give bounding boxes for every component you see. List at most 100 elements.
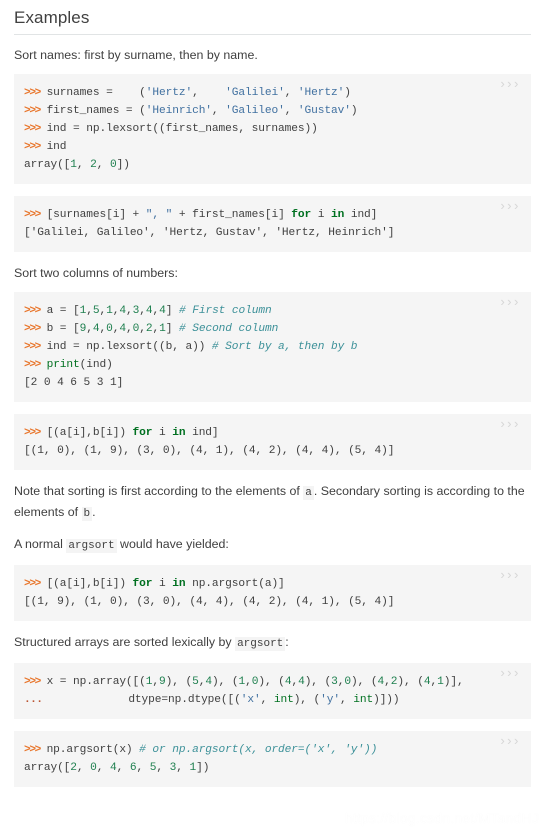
code-token-plain: ), ( <box>212 676 239 688</box>
code-token-num: 4 <box>205 676 212 688</box>
code-line: >>> b = [9,4,0,4,0,2,1] # Second column <box>24 320 519 338</box>
prompt-toggle-icon[interactable]: ››› <box>499 200 520 214</box>
code-token-plain: ind] <box>344 209 378 221</box>
code-token-plain: array([ <box>24 159 71 171</box>
code-token-plain: , <box>96 159 111 171</box>
code-token-prompt: >>> <box>24 305 41 317</box>
prompt-toggle-icon[interactable]: ››› <box>499 296 520 310</box>
code-token-str: 'Hertz' <box>297 87 345 99</box>
code-block-join-names: ››› >>> [surnames[i] + ", " + first_name… <box>14 196 531 252</box>
code-token-prompt: >>> <box>24 209 41 221</box>
code-token-builtin: print <box>46 359 80 371</box>
code-token-plain: , <box>139 305 146 317</box>
code-content: >>> surnames = ('Hertz', 'Galilei', 'Her… <box>24 84 519 174</box>
code-token-plain: ind = np.lexsort((first_names, surnames)… <box>39 123 318 135</box>
code-token-str: 'Gustav' <box>297 105 351 117</box>
code-token-num: 4 <box>92 323 100 335</box>
code-block-pairs-argsort: ››› >>> [(a[i],b[i]) for i in np.argsort… <box>14 565 531 621</box>
code-token-plain: ), ( <box>293 694 321 706</box>
prompt-toggle-icon[interactable]: ››› <box>499 667 520 681</box>
code-token-str: 'Galileo' <box>225 105 285 117</box>
code-line: >>> a = [1,5,1,4,3,4,4] # First column <box>24 302 519 320</box>
code-token-prompt: >>> <box>24 105 41 117</box>
code-line: >>> [(a[i],b[i]) for i in ind] <box>24 424 519 442</box>
code-token-plain: , <box>126 305 133 317</box>
code-token-plain: [(a[i],b[i]) <box>39 578 133 590</box>
code-token-plain: , <box>284 87 298 99</box>
code-token-plain: ] <box>165 323 179 335</box>
prompt-toggle-icon[interactable]: ››› <box>499 78 520 92</box>
code-token-com: # Second column <box>179 323 279 335</box>
code-token-num: 1 <box>437 676 444 688</box>
code-content: >>> [(a[i],b[i]) for i in np.argsort(a)]… <box>24 575 519 611</box>
code-token-plain: , <box>86 305 93 317</box>
code-line: >>> surnames = ('Hertz', 'Galilei', 'Her… <box>24 84 519 102</box>
code-token-kw: in <box>330 209 345 221</box>
code-content: >>> np.argsort(x) # or np.argsort(x, ord… <box>24 741 519 777</box>
code-token-num: 4 <box>298 676 305 688</box>
code-token-plain: , <box>126 323 133 335</box>
code-token-num: 1 <box>106 305 113 317</box>
paragraph-structured-arrays: Structured arrays are sorted lexically b… <box>14 633 531 654</box>
paragraph-text-part-2: would have yielded: <box>116 537 229 551</box>
code-line: [2 0 4 6 5 3 1] <box>24 374 519 392</box>
code-token-num: 2 <box>70 762 77 774</box>
code-token-plain: , <box>340 694 354 706</box>
inline-code-b: b <box>81 507 93 521</box>
code-token-kw: for <box>132 578 153 590</box>
prompt-toggle-icon[interactable]: ››› <box>499 735 520 749</box>
code-line: >>> x = np.array([(1,9), (5,4), (1,0), (… <box>24 673 519 691</box>
code-token-plain: + first_names[i] <box>172 209 292 221</box>
prompt-toggle-icon[interactable]: ››› <box>499 418 520 432</box>
code-line: >>> ind <box>24 138 519 156</box>
code-token-num: 5 <box>192 676 199 688</box>
paragraph-text-part-2: : <box>285 635 289 649</box>
code-token-plain: , <box>211 105 226 117</box>
code-token-plain: ['Galilei, Galileo', 'Hertz, Gustav', 'H… <box>24 227 395 239</box>
code-token-plain: , <box>156 762 170 774</box>
code-token-plain: [(a[i],b[i]) <box>39 427 133 439</box>
code-token-num: 0 <box>110 159 117 171</box>
code-token-plain: )], <box>443 676 464 688</box>
code-token-prompt: >>> <box>24 359 41 371</box>
code-token-num: 0 <box>90 762 97 774</box>
code-token-plain: dtype=np.dtype([( <box>42 694 241 706</box>
paragraph-normal-argsort: A normal argsort would have yielded: <box>14 535 531 556</box>
code-token-str: 'Galilei' <box>225 87 285 99</box>
code-token-prompt: >>> <box>24 427 41 439</box>
paragraph-text-part-3: . <box>92 505 96 519</box>
code-token-plain: np.argsort(x) <box>39 744 140 756</box>
paragraph-text-part-1: A normal <box>14 537 67 551</box>
code-token-plain: x = np.array([( <box>39 676 146 688</box>
code-content: >>> x = np.array([(1,9), (5,4), (1,0), (… <box>24 673 519 709</box>
code-token-plain: ), ( <box>304 676 332 688</box>
code-token-plain: , <box>284 105 298 117</box>
code-token-plain: ) <box>350 105 358 117</box>
code-token-num: 6 <box>129 762 137 774</box>
code-token-plain: first_names = ( <box>39 105 146 117</box>
code-token-plain: , <box>245 676 252 688</box>
code-token-com: # First column <box>179 305 272 317</box>
code-token-plain: ), ( <box>165 676 193 688</box>
code-token-plain: , <box>76 762 91 774</box>
code-token-plain: [surnames[i] + <box>39 209 146 221</box>
code-token-kw: in <box>172 427 186 439</box>
code-token-plain: , <box>384 676 391 688</box>
code-line: ['Galilei, Galileo', 'Hertz, Gustav', 'H… <box>24 224 519 242</box>
code-token-cont: ... <box>24 694 43 706</box>
prompt-toggle-icon[interactable]: ››› <box>499 569 520 583</box>
code-token-plain: ), ( <box>397 676 424 688</box>
code-block-pairs-lexsort: ››› >>> [(a[i],b[i]) for i in ind] [(1, 0… <box>14 414 531 470</box>
code-token-plain: [2 0 4 6 5 3 1] <box>24 377 124 389</box>
code-token-plain: ]) <box>116 159 130 171</box>
watermark: https://blog.csdn.net/MTandHJ <box>344 810 539 826</box>
code-content: >>> a = [1,5,1,4,3,4,4] # First column >>… <box>24 302 519 392</box>
code-line: >>> np.argsort(x) # or np.argsort(x, ord… <box>24 741 519 759</box>
paragraph-note-secondary-sorting: Note that sorting is first according to … <box>14 482 531 524</box>
code-token-plain: np.argsort(a)] <box>185 578 285 590</box>
code-line: ... dtype=np.dtype([('x', int), ('y', in… <box>24 691 519 709</box>
code-line: >>> [(a[i],b[i]) for i in np.argsort(a)] <box>24 575 519 593</box>
code-token-str: 'Hertz' <box>145 87 193 99</box>
code-token-plain: ind] <box>185 427 219 439</box>
